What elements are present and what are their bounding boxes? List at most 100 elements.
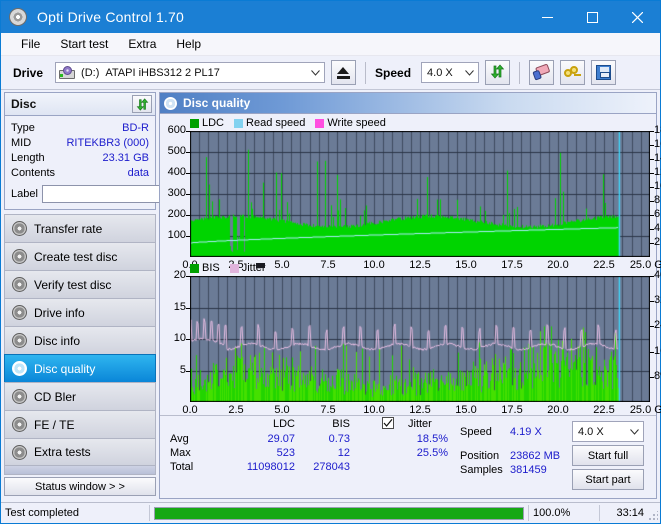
y2-tick xyxy=(650,145,654,146)
disc-row-length: Length 23.31 GB xyxy=(11,150,149,165)
y2-tick-label: 4 X xyxy=(654,222,661,234)
y2-tick-label: 8% xyxy=(654,369,661,382)
sidebar-item-verify-test-disc[interactable]: Verify test disc xyxy=(4,270,156,298)
disc-value-contents: data xyxy=(127,166,149,179)
legend-swatch-jitter xyxy=(229,263,239,273)
y-tick-label: 200 xyxy=(167,208,186,220)
y2-tick-label: 10 X xyxy=(654,180,661,192)
disc-key-type: Type xyxy=(11,121,35,134)
refresh-drive-button[interactable] xyxy=(485,60,511,85)
sidebar-item-drive-info[interactable]: Drive info xyxy=(4,298,156,326)
legend-entry-bis: BIS xyxy=(190,262,220,274)
y2-tick-label: 24% xyxy=(654,319,661,332)
sidebar-item-extra-tests[interactable]: Extra tests xyxy=(4,438,156,466)
sidebar-item-create-test-disc[interactable]: Create test disc xyxy=(4,242,156,270)
disc-icon xyxy=(12,417,27,432)
y-tick xyxy=(186,173,190,174)
menu-help[interactable]: Help xyxy=(166,34,211,54)
test-speed-select[interactable]: 4.0 X xyxy=(572,421,644,442)
sidebar-label: Extra tests xyxy=(34,445,91,459)
status-window-button[interactable]: Status window > > xyxy=(4,477,156,496)
speed-select[interactable]: 4.0 X xyxy=(421,62,480,83)
disc-value-length: 23.31 GB xyxy=(102,151,149,164)
erase-button[interactable] xyxy=(529,60,555,85)
start-full-button[interactable]: Start full xyxy=(572,445,644,466)
minimize-button[interactable] xyxy=(525,1,570,33)
status-message: Test completed xyxy=(5,507,79,519)
main-body: Disc Type BD-R MID RITEKBR3 (000) Length… xyxy=(1,90,661,499)
disc-row-type: Type BD-R xyxy=(11,120,149,135)
keys-button[interactable] xyxy=(560,60,586,85)
sidebar-label: Disc quality xyxy=(34,361,96,376)
bis-jitter-chart[interactable] xyxy=(190,276,650,402)
save-button[interactable] xyxy=(591,60,617,85)
sidebar-item-cd-bler[interactable]: CD Bler xyxy=(4,382,156,410)
drive-icon xyxy=(59,65,76,80)
legend-entry-ldc: LDC xyxy=(190,117,224,129)
sidebar: Disc Type BD-R MID RITEKBR3 (000) Length… xyxy=(1,90,212,499)
y2-tick xyxy=(650,301,654,303)
progress-bar-fill xyxy=(155,507,523,519)
jitter-checkbox[interactable] xyxy=(382,417,394,431)
window-controls xyxy=(525,1,660,33)
jitter-label: Jitter xyxy=(408,418,432,430)
sidebar-item-disc-quality[interactable]: Disc quality xyxy=(4,354,156,382)
y-tick-label: 600 xyxy=(167,124,186,136)
toolbar-divider-2 xyxy=(519,61,521,84)
ldc-speed-chart[interactable] xyxy=(190,131,650,257)
eject-button[interactable] xyxy=(331,60,357,85)
samples-stat-label: Samples xyxy=(460,464,503,476)
sidebar-nav: Transfer rate Create test disc Verify te… xyxy=(4,214,156,466)
disc-icon xyxy=(12,444,27,460)
position-stat-label: Position xyxy=(460,450,500,462)
resize-grip[interactable] xyxy=(648,511,658,521)
stats-total-bis: 278043 xyxy=(313,461,350,473)
disc-label-row: Label xyxy=(11,183,212,204)
speed-label: Speed xyxy=(375,65,412,80)
menu-bar: File Start test Extra Help xyxy=(1,33,660,56)
drive-select[interactable]: (D:) ATAPI iHBS312 2 PL17 xyxy=(55,62,326,83)
y2-tick xyxy=(650,276,654,277)
eject-icon xyxy=(337,66,351,79)
y2-tick xyxy=(650,243,654,244)
speed-stat-value: 4.19 X xyxy=(510,426,542,438)
y-tick xyxy=(186,131,190,132)
disc-key-length: Length xyxy=(11,151,45,164)
menu-start-test[interactable]: Start test xyxy=(50,34,118,54)
y2-tick-label: 18 X xyxy=(654,124,661,136)
disc-panel-title: Disc xyxy=(11,97,37,111)
title-bar: Opti Drive Control 1.70 xyxy=(1,1,660,33)
panel-header: Disc quality xyxy=(160,93,656,114)
y2-tick-label: 40% xyxy=(654,269,661,281)
disc-panel-body: Type BD-R MID RITEKBR3 (000) Length 23.3… xyxy=(5,116,212,209)
y2-tick-label: 16% xyxy=(654,344,661,357)
y-tick-label: 100 xyxy=(167,229,186,241)
sidebar-label: Verify test disc xyxy=(34,277,112,292)
y-tick xyxy=(186,215,190,216)
start-part-button[interactable]: Start part xyxy=(572,469,644,490)
sidebar-item-disc-info[interactable]: Disc info xyxy=(4,326,156,354)
stats-avg-ldc: 29.07 xyxy=(267,433,295,445)
menu-file[interactable]: File xyxy=(11,34,50,54)
stats-row-avg-key: Avg xyxy=(170,433,189,445)
legend-swatch-read-speed xyxy=(234,118,244,128)
app-disc-icon xyxy=(9,8,27,26)
sidebar-item-fe-te[interactable]: FE / TE xyxy=(4,410,156,438)
y-tick-label: 15 xyxy=(173,300,186,313)
close-button[interactable] xyxy=(615,1,660,33)
disc-refresh-button[interactable] xyxy=(132,95,152,113)
legend-swatch-write-speed xyxy=(315,118,325,128)
sidebar-label: Transfer rate xyxy=(34,221,103,236)
stats-row-max-key: Max xyxy=(170,447,191,459)
disc-icon xyxy=(12,249,27,264)
jitter-checkbox-box[interactable] xyxy=(382,417,394,429)
menu-extra[interactable]: Extra xyxy=(118,34,166,54)
sidebar-filler xyxy=(4,466,156,475)
y-tick-label: 300 xyxy=(167,187,186,199)
maximize-button[interactable] xyxy=(570,1,615,33)
y-tick xyxy=(186,276,190,277)
legend-swatch-ldc xyxy=(190,118,199,128)
y2-tick xyxy=(650,351,654,353)
sidebar-item-transfer-rate[interactable]: Transfer rate xyxy=(4,214,156,242)
y2-tick xyxy=(650,201,654,202)
